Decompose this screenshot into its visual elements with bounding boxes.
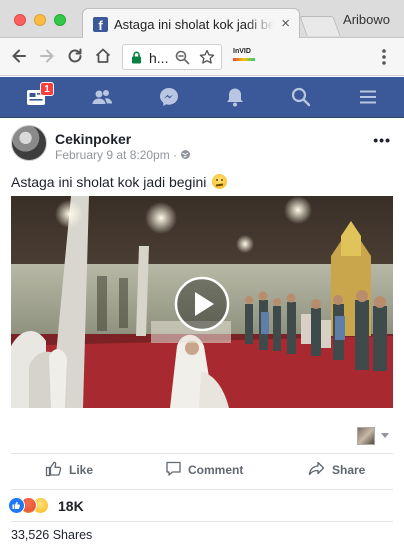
facebook-nav-bar: 1 [0,77,404,118]
play-button-icon[interactable] [173,275,231,333]
address-bar[interactable]: h... [122,44,222,70]
meta-separator: · [169,148,181,162]
post-timestamp[interactable]: February 9 at 8:20pm [55,148,170,162]
reaction-count[interactable]: 18K [58,498,84,514]
video-player[interactable] [11,196,393,408]
browser-menu-icon[interactable] [381,48,387,66]
post-card: Cekinpoker February 9 at 8:20pm · ••• As… [0,118,404,553]
notification-badge: 1 [40,82,54,96]
post-message: Astaga ini sholat kok jadi begini [11,174,207,190]
like-label: Like [69,463,94,477]
invid-extension-icon[interactable]: InVID [233,48,255,64]
comment-button[interactable]: Comment [165,460,255,480]
share-button[interactable]: Share [308,460,378,480]
browser-toolbar: h... InVID [0,38,404,76]
author-name[interactable]: Cekinpoker [55,131,131,147]
lock-icon[interactable] [131,51,142,64]
zoom-window-button[interactable] [54,14,66,26]
chevron-down-icon[interactable] [381,433,389,438]
comment-bubble-icon [166,461,181,476]
home-icon[interactable] [93,46,113,66]
share-label: Share [332,463,366,477]
menu-hamburger-icon[interactable] [357,86,379,108]
profile-name[interactable]: Aribowo [343,12,390,27]
facebook-favicon-icon: f [93,17,108,32]
tab-close-icon[interactable]: × [281,15,290,32]
shares-count[interactable]: 33,526 Shares [11,528,92,542]
post-text: Astaga ini sholat kok jadi begini [11,174,228,190]
share-arrow-icon [308,461,325,476]
reload-icon[interactable] [65,46,85,66]
divider [11,521,393,522]
divider [11,453,393,454]
post-meta: February 9 at 8:20pm · [55,148,191,162]
forward-arrow-icon[interactable] [37,46,57,66]
thumbs-up-icon [45,461,62,477]
divider [11,489,393,490]
address-text: h... [149,50,169,66]
close-window-button[interactable] [14,14,26,26]
friends-icon[interactable] [91,86,113,108]
globe-privacy-icon [181,150,191,159]
post-options-button[interactable]: ••• [373,132,391,148]
tab-title: Astaga ini sholat kok jadi begini [114,17,274,32]
like-reaction-icon [8,497,25,514]
reaction-icons[interactable] [8,497,52,515]
invid-logo-bar [233,58,255,61]
new-tab-button[interactable] [299,16,341,36]
notifications-bell-icon[interactable] [224,86,246,108]
invid-label: InVID [233,48,251,55]
confused-emoji-icon [212,174,228,189]
zoom-icon[interactable] [175,50,190,65]
like-button[interactable]: Like [45,460,105,480]
browser-titlebar: f Astaga ini sholat kok jadi begini × Ar… [0,0,404,39]
author-avatar[interactable] [11,125,47,161]
browser-tab-active[interactable]: f Astaga ini sholat kok jadi begini × [82,8,300,39]
bookmark-star-icon[interactable] [199,49,215,65]
comment-label: Comment [188,463,244,477]
minimize-window-button[interactable] [34,14,46,26]
search-icon[interactable] [290,86,312,108]
back-arrow-icon[interactable] [9,46,29,66]
page-thumbnail[interactable] [357,427,375,445]
messenger-icon[interactable] [158,86,180,108]
